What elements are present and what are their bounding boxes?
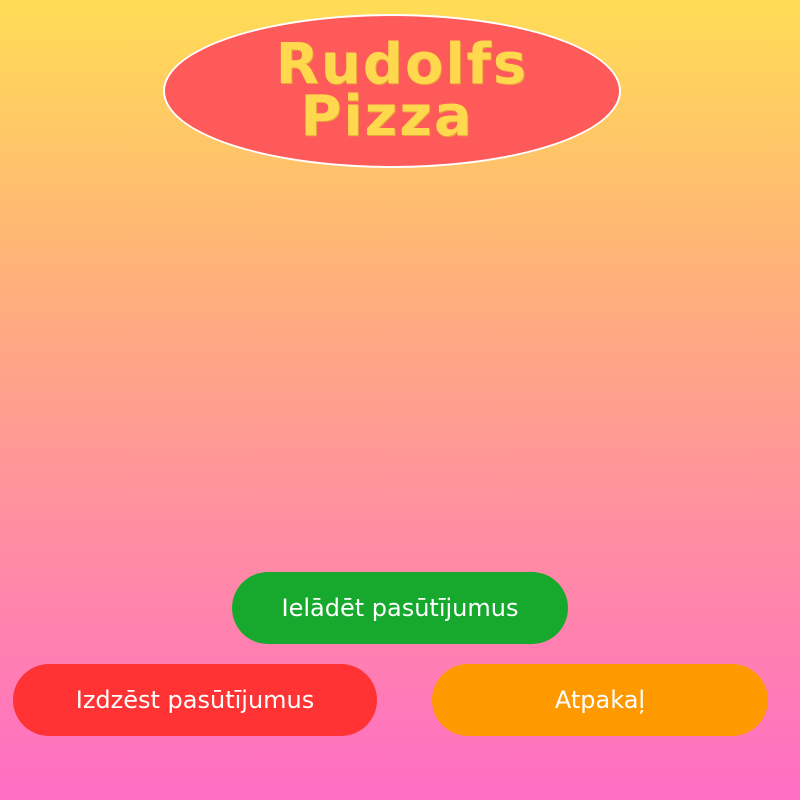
delete-orders-button[interactable]: Izdzēst pasūtījumus bbox=[13, 664, 377, 736]
logo-text-line2: Pizza bbox=[300, 84, 474, 149]
load-orders-button[interactable]: Ielādēt pasūtījumus bbox=[232, 572, 568, 644]
brand-logo: Rudolfs Pizza bbox=[163, 14, 621, 168]
back-button[interactable]: Atpakaļ bbox=[432, 664, 768, 736]
